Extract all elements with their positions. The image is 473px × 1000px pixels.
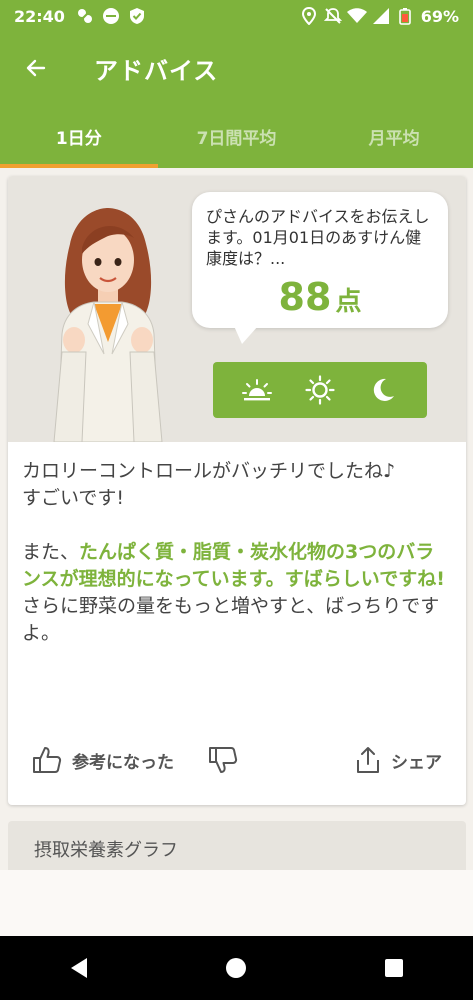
advice-card: ぴさんのアドバイスをお伝えします。01月01日のあすけん健康度は？... 88 点: [8, 176, 466, 805]
square-recents-icon: [385, 959, 404, 977]
content-bottom: [0, 870, 473, 936]
triangle-back-icon: [70, 958, 87, 978]
tab-monthly-average[interactable]: 月平均: [315, 104, 473, 168]
share-button[interactable]: シェア: [355, 746, 442, 774]
nutrient-graph-header[interactable]: 摂取栄養素グラフ: [8, 821, 466, 877]
sunrise-icon: [241, 379, 272, 401]
advice-highlight: たんぱく質・脂質・炭水化物の3つのバランスが理想的になっています。すばらしいです…: [22, 541, 445, 590]
app-badge-icon: [101, 6, 121, 26]
lunch-button[interactable]: [300, 370, 340, 410]
nutrient-graph-title: 摂取栄養素グラフ: [34, 840, 178, 861]
arrow-left-icon: [26, 59, 46, 77]
mute-icon: [323, 6, 343, 26]
tab-1day[interactable]: 1日分: [0, 104, 158, 168]
status-bar: 22:40 69%: [0, 0, 473, 32]
dinner-button[interactable]: [363, 370, 403, 410]
battery-percent: 69%: [420, 6, 459, 26]
nav-back-button[interactable]: [54, 943, 104, 993]
not-helpful-button[interactable]: [208, 746, 248, 774]
page-title: アドバイス: [94, 56, 219, 85]
app-bar: アドバイス: [0, 32, 473, 104]
thumbs-down-icon: [209, 747, 238, 773]
share-label: シェア: [391, 752, 442, 773]
advice-line-3: また、たんぱく質・脂質・炭水化物の3つのバランスが理想的になっています。すばらし…: [22, 539, 452, 593]
advice-actions: 参考になった シェア: [8, 736, 466, 784]
status-time: 22:40: [14, 6, 65, 26]
nav-home-button[interactable]: [211, 943, 261, 993]
thumbs-up-icon: [33, 747, 62, 773]
back-button[interactable]: [0, 32, 72, 104]
share-icon: [357, 747, 379, 773]
advisor-illustration: [53, 208, 163, 442]
tab-7day-average[interactable]: 7日間平均: [158, 104, 316, 168]
sun-icon: [305, 375, 335, 405]
advice-line-3-prefix: また、: [22, 541, 80, 563]
helpful-button[interactable]: 参考になった: [32, 746, 174, 774]
system-nav-bar: [0, 936, 473, 1000]
helpful-label: 参考になった: [72, 752, 174, 773]
score-value: 88: [278, 275, 332, 319]
advice-hero: ぴさんのアドバイスをお伝えします。01月01日のあすけん健康度は？... 88 点: [8, 176, 466, 442]
circle-home-icon: [226, 958, 247, 978]
period-tabs: 1日分 7日間平均 月平均: [0, 104, 473, 168]
advice-text: カロリーコントロールがバッチリでしたね♪ すごいです! また、たんぱく質・脂質・…: [22, 458, 452, 647]
moon-icon: [374, 378, 395, 401]
signal-icon: [371, 6, 391, 26]
advice-line-2: すごいです!: [22, 487, 125, 509]
breakfast-button[interactable]: [237, 370, 277, 410]
bubble-text: ぴさんのアドバイスをお伝えします。01月01日のあすけん健康度は？...: [206, 207, 430, 268]
advice-line-4: さらに野菜の量をもっと増やすと、ばっちりですよ。: [22, 595, 440, 644]
bubble-tail: [234, 326, 258, 344]
shield-check-icon: [127, 6, 147, 26]
wifi-icon: [346, 6, 367, 26]
battery-icon: [395, 6, 415, 26]
speech-bubble: ぴさんのアドバイスをお伝えします。01月01日のあすけん健康度は？... 88 点: [192, 192, 448, 344]
location-icon: [299, 6, 319, 26]
score-unit: 点: [335, 287, 362, 317]
nav-recents-button[interactable]: [369, 943, 419, 993]
overlap-icon: [75, 6, 95, 26]
advice-line-1: カロリーコントロールがバッチリでしたね♪: [22, 460, 396, 482]
meal-selector: [213, 362, 427, 418]
health-score: 88 点: [206, 275, 434, 319]
